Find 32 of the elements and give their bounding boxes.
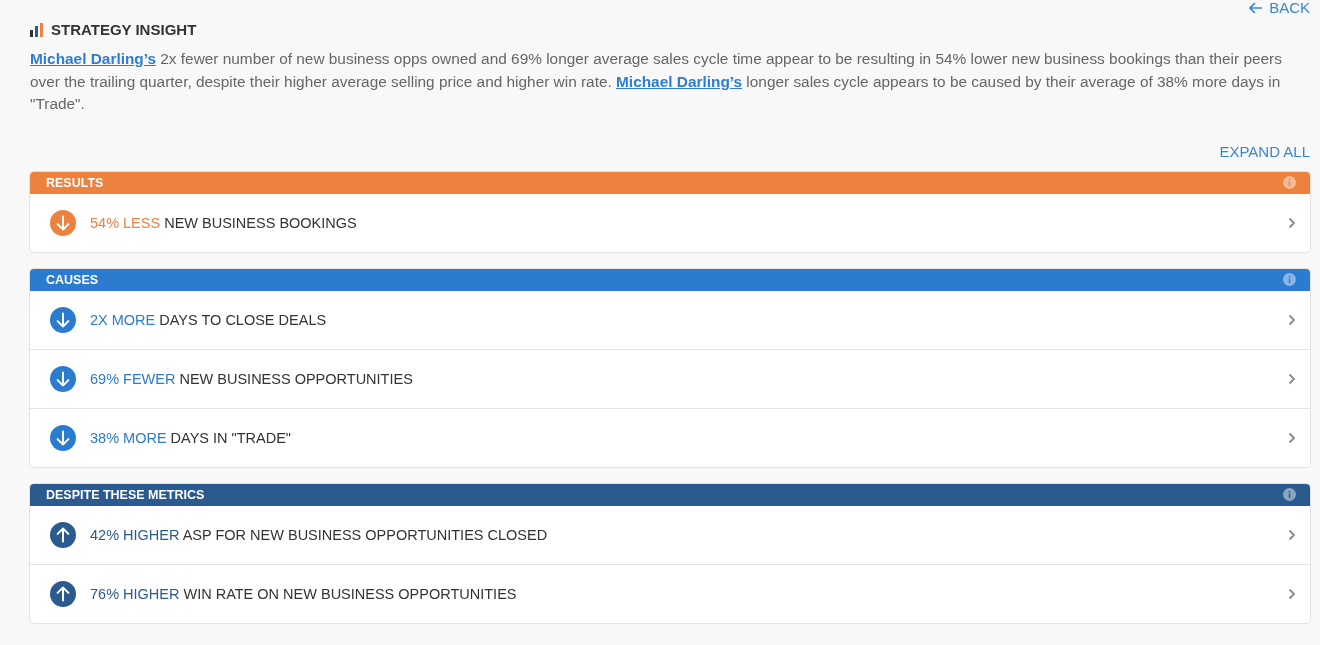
chevron-right-icon — [1288, 313, 1296, 326]
info-icon[interactable] — [1283, 273, 1296, 286]
metric-row[interactable]: 76% HIGHER WIN RATE ON NEW BUSINESS OPPORTUNITIES — [30, 563, 1310, 623]
person-link[interactable]: Michael Darling’s — [30, 50, 156, 67]
back-link[interactable]: BACK — [1249, 0, 1310, 16]
chevron-right-icon — [1288, 216, 1296, 229]
expand-all-link[interactable]: EXPAND ALL — [1219, 142, 1310, 160]
info-icon[interactable] — [1283, 176, 1296, 189]
metric-label: 69% FEWER NEW BUSINESS OPPORTUNITIES — [90, 370, 414, 387]
card-title: RESULTS — [46, 175, 104, 190]
metric-label: 54% LESS NEW BUSINESS BOOKINGS — [90, 214, 358, 231]
section-title: STRATEGY INSIGHT — [51, 21, 197, 38]
metric-label: 2X MORE DAYS TO CLOSE DEALS — [90, 311, 328, 328]
metric-label: 42% HIGHER ASP FOR NEW BUSINESS OPPORTUNITIES CLOSED — [90, 526, 549, 543]
bar-chart-icon — [30, 22, 43, 37]
insight-summary: Michael Darling’s 2x fewer number of new business opps owned and 69% longer average sales cycle time appear to be resulting in 54% lower new business bookings than their peers over the trailing quarter, despite their higher average selling price and higher win rate. Michael Darling’s longer sales cycle appears to be caused by their average of 38% more days in "Trade". — [30, 49, 1283, 114]
card-title: CAUSES — [46, 272, 99, 287]
chevron-right-icon — [1288, 431, 1296, 444]
card-title: DESPITE THESE METRICS — [46, 487, 205, 502]
metric-label: 38% MORE DAYS IN "TRADE" — [90, 429, 292, 446]
metric-row[interactable]: 69% FEWER NEW BUSINESS OPPORTUNITIES — [30, 348, 1310, 408]
chevron-right-icon — [1288, 528, 1296, 541]
info-icon[interactable] — [1283, 488, 1296, 501]
metric-row[interactable]: 2X MORE DAYS TO CLOSE DEALS — [30, 290, 1310, 349]
metric-row[interactable]: 38% MORE DAYS IN "TRADE" — [30, 407, 1310, 467]
metric-label: 76% HIGHER WIN RATE ON NEW BUSINESS OPPORTUNITIES — [90, 585, 518, 602]
chevron-right-icon — [1288, 587, 1296, 600]
chevron-right-icon — [1288, 372, 1296, 385]
back-arrow-icon — [1249, 2, 1264, 14]
person-link[interactable]: Michael Darling’s — [616, 72, 743, 90]
metric-row[interactable]: 54% LESS NEW BUSINESS BOOKINGS — [30, 193, 1310, 252]
metric-row[interactable]: 42% HIGHER ASP FOR NEW BUSINESS OPPORTUNITIES CLOSED — [30, 505, 1310, 564]
